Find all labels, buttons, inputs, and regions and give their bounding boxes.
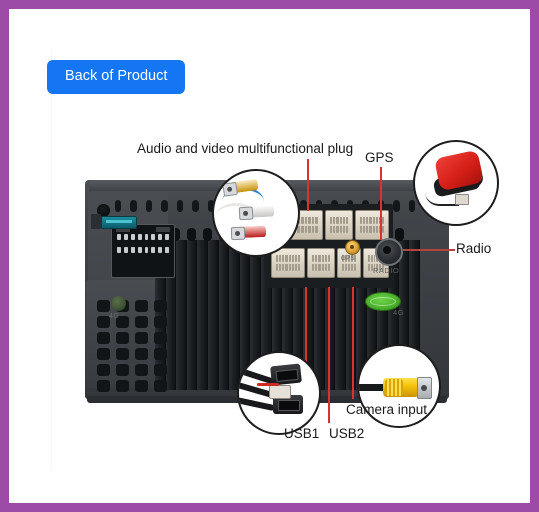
callout-bubble-usb-harness — [237, 351, 321, 435]
gps-antenna-cable — [425, 190, 459, 206]
content-canvas: Back of Product GPS RADIO 4G 4G Audio an… — [9, 9, 530, 503]
back-of-product-button[interactable]: Back of Product — [47, 60, 186, 94]
fuse-retainer-tab — [91, 214, 101, 229]
camera-rca-plug-yellow — [383, 378, 419, 397]
callout-bubble-gps-antenna — [413, 140, 499, 226]
rca-plug-white — [238, 205, 275, 221]
gps-emboss-label: GPS — [341, 256, 356, 262]
page-frame: Back of Product GPS RADIO 4G 4G Audio an… — [0, 0, 539, 512]
callout-label-gps: GPS — [365, 150, 394, 165]
callout-label-av-plug: Audio and video multifunctional plug — [137, 141, 354, 156]
leader-line-radio — [403, 249, 455, 251]
callout-label-radio: Radio — [456, 241, 492, 256]
iso-connector-lower-1 — [271, 248, 305, 278]
callout-label-usb1: USB1 — [284, 426, 320, 441]
connector-notch-right — [156, 227, 170, 232]
lte-emboss-label: 4G — [393, 308, 405, 317]
callout-bubble-av-plug — [212, 169, 300, 257]
black-pin-connector — [111, 224, 175, 278]
gps-antenna-connector — [455, 194, 469, 205]
callout-label-usb2: USB2 — [329, 426, 365, 441]
leader-line-gps — [380, 167, 382, 240]
usb-red-wire — [257, 383, 279, 386]
iso-connector-upper-2 — [325, 210, 353, 240]
usb-cable-3 — [239, 396, 276, 412]
leader-line-camera — [352, 287, 354, 399]
left-vent-perforations — [93, 296, 171, 392]
iso-connector-upper-3 — [355, 210, 389, 240]
pin-row-top — [117, 234, 169, 240]
lte-left-emboss-label: 4G — [109, 313, 120, 320]
usb-white-connector — [269, 385, 291, 399]
blade-fuse — [101, 216, 137, 229]
leader-line-av — [307, 159, 309, 211]
rca-plug-yellow — [222, 178, 259, 197]
callout-label-camera-input: Camera input — [346, 402, 428, 417]
camera-rca-tip — [417, 377, 432, 399]
iso-connector-lower-2 — [307, 248, 335, 278]
pin-row-bottom — [117, 247, 169, 253]
radio-emboss-label: RADIO — [373, 266, 400, 275]
radio-antenna-jack — [375, 238, 403, 266]
leader-line-usb2 — [328, 287, 330, 423]
layout-guide-line — [51, 49, 52, 469]
lte-antenna-jack — [111, 296, 126, 311]
gps-sma-jack — [345, 240, 360, 255]
